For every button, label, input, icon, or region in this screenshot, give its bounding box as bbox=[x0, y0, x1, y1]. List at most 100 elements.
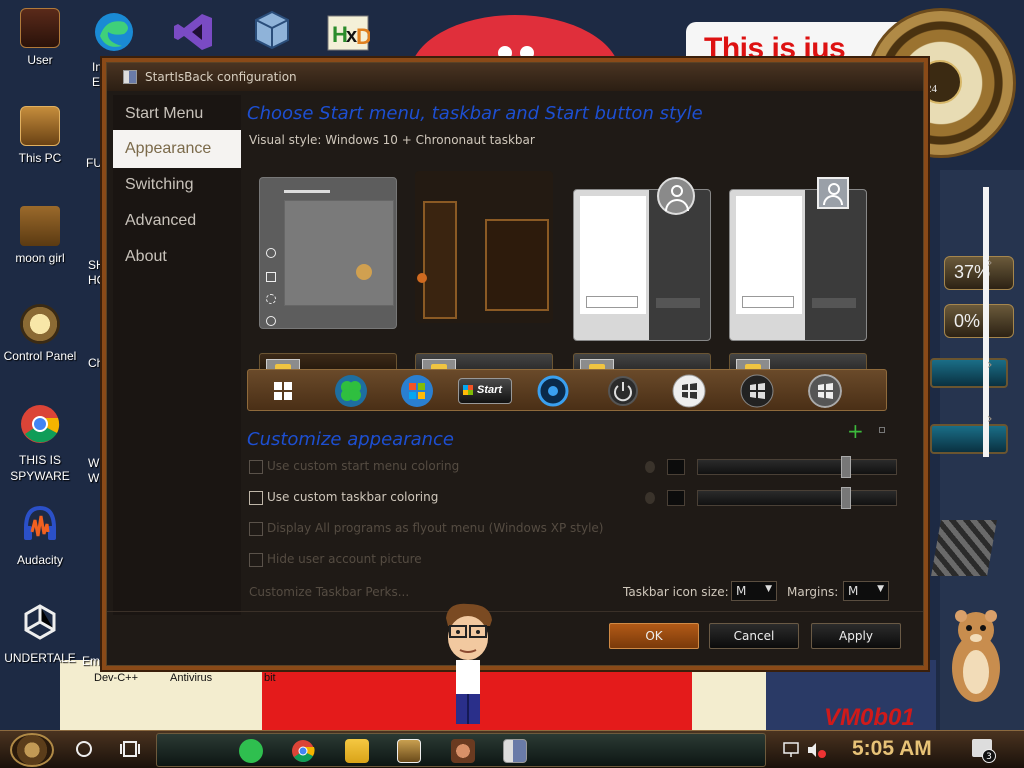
start-menu-style-win10[interactable] bbox=[259, 177, 397, 329]
file-explorer-icon[interactable] bbox=[345, 739, 369, 763]
desktop-icon-chrome[interactable]: THIS IS SPYWARE bbox=[2, 404, 78, 484]
windows7-orb-icon[interactable] bbox=[400, 374, 434, 408]
nav-switching[interactable]: Switching bbox=[113, 166, 241, 204]
partial-label-devc: Dev-C++ bbox=[94, 672, 139, 684]
option-custom-taskbar-coloring[interactable]: Use custom taskbar coloring bbox=[249, 490, 549, 508]
partial-label-ch: Ch bbox=[88, 356, 104, 370]
start-menu-style-win7[interactable] bbox=[573, 189, 711, 341]
nav-about[interactable]: About bbox=[113, 238, 241, 276]
desktop-icon-undertale[interactable]: UNDERTALE bbox=[2, 602, 78, 666]
user-avatar-icon bbox=[657, 177, 695, 215]
unity-icon bbox=[24, 604, 56, 640]
checkbox[interactable] bbox=[249, 460, 263, 474]
desktop-icon-user[interactable]: User bbox=[2, 8, 78, 68]
apply-button[interactable]: Apply bbox=[811, 623, 901, 649]
chrome-taskbar-icon[interactable] bbox=[291, 739, 315, 763]
taskbar-icon-size-select[interactable]: M ▼ bbox=[731, 581, 777, 601]
desktop-icon-label: moon girl bbox=[15, 251, 65, 265]
svg-text:D: D bbox=[356, 24, 370, 49]
visual-studio-icon[interactable] bbox=[172, 10, 216, 54]
hxd-icon[interactable]: H x D bbox=[326, 12, 370, 56]
wallpaper-pipes bbox=[931, 520, 997, 576]
start-menu-style-classic[interactable] bbox=[729, 189, 867, 341]
option-flyout-all-programs[interactable]: Display All programs as flyout menu (Win… bbox=[249, 521, 609, 539]
startisback-taskbar-icon[interactable] bbox=[503, 739, 527, 763]
checkbox[interactable] bbox=[249, 522, 263, 536]
nav-appearance[interactable]: Appearance bbox=[113, 130, 241, 168]
power-orb-icon[interactable] bbox=[606, 374, 640, 408]
option-label: Use custom taskbar coloring bbox=[267, 490, 439, 504]
audacity-icon bbox=[24, 505, 56, 540]
nav-advanced[interactable]: Advanced bbox=[113, 202, 241, 240]
edge-icon[interactable] bbox=[92, 10, 136, 54]
option-hide-user-picture[interactable]: Hide user account picture bbox=[249, 552, 549, 570]
dialog-title: StartIsBack configuration bbox=[145, 70, 297, 84]
system-tray-icons[interactable] bbox=[782, 739, 828, 761]
taskbar-color-swatch[interactable] bbox=[667, 490, 685, 506]
windows10-logo-icon[interactable] bbox=[266, 374, 300, 408]
wallpaper-eye-right bbox=[520, 46, 534, 60]
clover-icon[interactable] bbox=[334, 374, 368, 408]
scroll-right-arrow-icon[interactable]: › bbox=[987, 357, 993, 373]
scroll-right-arrow-icon[interactable]: › bbox=[987, 411, 993, 427]
desktop-icon-label: Control Panel bbox=[3, 349, 77, 363]
start-menu-color-swatch[interactable] bbox=[667, 459, 685, 475]
desktop-icon-control-panel[interactable]: Control Panel bbox=[2, 304, 78, 364]
search-icon[interactable] bbox=[76, 741, 92, 757]
widget-percent-2-text: 0% bbox=[954, 311, 981, 331]
start-text-button[interactable]: Start bbox=[458, 378, 512, 404]
character-app-icon[interactable] bbox=[451, 739, 475, 763]
app-window-thumb-icon[interactable] bbox=[397, 739, 421, 763]
dialog-titlebar[interactable]: StartIsBack configuration bbox=[107, 63, 923, 91]
start-menu-opacity-slider[interactable] bbox=[697, 459, 897, 475]
virtualbox-icon[interactable] bbox=[250, 8, 294, 52]
ok-button[interactable]: OK bbox=[609, 623, 699, 649]
desktop-icon-this-pc[interactable]: This PC bbox=[2, 106, 78, 166]
option-label: Hide user account picture bbox=[267, 552, 422, 566]
desktop-icon-label: UNDERTALE bbox=[4, 651, 76, 665]
add-icon[interactable]: + bbox=[847, 419, 864, 443]
cancel-button[interactable]: Cancel bbox=[709, 623, 799, 649]
taskbar-opacity-slider[interactable] bbox=[697, 490, 897, 506]
black-windows-orb-icon[interactable] bbox=[740, 374, 774, 408]
start-text-label: Start bbox=[477, 384, 503, 396]
dialog-sidebar: Start Menu Appearance Switching Advanced… bbox=[113, 95, 241, 615]
notes-app-icon[interactable] bbox=[239, 739, 263, 763]
desktop-icon-label: Audacity bbox=[16, 553, 64, 567]
margins-select[interactable]: M ▼ bbox=[843, 581, 889, 601]
option-label: Use custom start menu coloring bbox=[267, 459, 460, 473]
chevron-down-icon: ▼ bbox=[877, 584, 884, 594]
white-windows-orb-icon[interactable] bbox=[672, 374, 706, 408]
silver-windows-orb-icon[interactable] bbox=[808, 374, 842, 408]
computer-icon bbox=[20, 106, 60, 146]
wallpaper-eye-left bbox=[498, 46, 512, 60]
nav-start-menu[interactable]: Start Menu bbox=[113, 95, 241, 133]
scroll-right-arrow-icon[interactable]: › bbox=[987, 255, 993, 271]
lightbulb-icon bbox=[20, 304, 60, 344]
cartoon-character-image bbox=[446, 603, 492, 724]
task-view-icon[interactable] bbox=[120, 739, 140, 759]
color-drop-icon bbox=[645, 461, 655, 473]
clock-center bbox=[918, 60, 962, 104]
desktop-icon-label: User bbox=[27, 53, 53, 67]
wallpaper-banner-text: This is jus bbox=[704, 32, 846, 65]
notification-badge: 3 bbox=[982, 749, 996, 763]
checkbox[interactable] bbox=[249, 491, 263, 505]
start-button[interactable] bbox=[10, 733, 54, 767]
customize-taskbar-perks-link[interactable]: Customize Taskbar Perks... bbox=[249, 585, 409, 599]
startisback-dialog: StartIsBack configuration Start Menu App… bbox=[106, 62, 993, 666]
barrel-icon bbox=[20, 206, 60, 246]
desktop-icon-moon-girl[interactable]: moon girl bbox=[2, 206, 78, 266]
checkbox[interactable] bbox=[249, 553, 263, 567]
option-custom-start-menu-coloring[interactable]: Use custom start menu coloring bbox=[249, 459, 549, 477]
start-menu-slider-thumb[interactable] bbox=[841, 456, 851, 478]
ring-orb-icon[interactable] bbox=[536, 374, 570, 408]
user-square-icon bbox=[817, 177, 849, 209]
taskbar-slider-thumb[interactable] bbox=[841, 487, 851, 509]
desktop-icon-audacity[interactable]: Audacity bbox=[2, 504, 78, 568]
small-square-icon bbox=[879, 427, 885, 433]
chevron-down-icon: ▼ bbox=[765, 584, 772, 594]
selected-value: M bbox=[736, 584, 747, 598]
clock-time[interactable]: 5:05 AM bbox=[852, 737, 932, 761]
start-menu-style-chrononaut[interactable] bbox=[415, 171, 553, 323]
